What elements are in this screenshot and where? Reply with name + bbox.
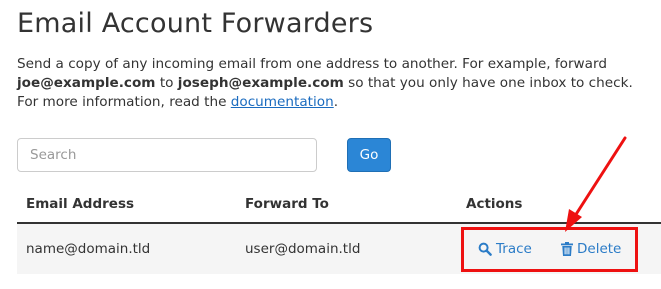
annotation-arrow-icon (565, 136, 627, 232)
